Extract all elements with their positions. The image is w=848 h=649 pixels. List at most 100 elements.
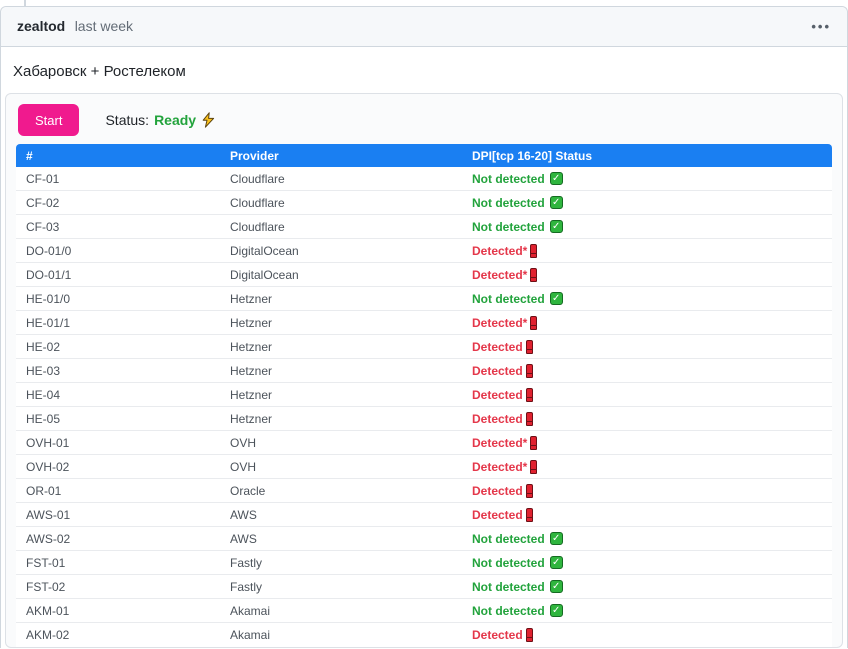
exclamation-icon bbox=[525, 628, 533, 642]
check-icon: ✓ bbox=[549, 220, 563, 233]
status-text: Detected* ✓ bbox=[472, 267, 538, 282]
cell-status: Not detected ✓ bbox=[462, 575, 832, 599]
status-text: Detected ✓ bbox=[472, 411, 533, 426]
comment-timestamp: last week bbox=[74, 17, 134, 34]
cell-id: HE-02 bbox=[16, 335, 220, 359]
cell-status: Not detected ✓ bbox=[462, 167, 832, 191]
comment-card: zealtod last week ••• Хабаровск + Ростел… bbox=[0, 6, 848, 648]
table-row: FST-01 Fastly Not detected ✓ bbox=[16, 551, 832, 575]
comment-body: Хабаровск + Ростелеком Start Status: Rea… bbox=[1, 47, 847, 648]
cell-id: DO-01/0 bbox=[16, 239, 220, 263]
cell-provider: Fastly bbox=[220, 575, 462, 599]
check-icon: ✓ bbox=[549, 580, 563, 593]
cell-provider: Hetzner bbox=[220, 359, 462, 383]
start-button[interactable]: Start bbox=[18, 104, 80, 136]
exclamation-icon bbox=[529, 435, 538, 450]
cell-status: Detected* ✓ bbox=[462, 431, 832, 455]
status-label: Status: bbox=[105, 112, 150, 128]
check-icon: ✓ bbox=[549, 196, 563, 209]
exclamation-icon bbox=[525, 363, 533, 378]
cell-provider: Akamai bbox=[220, 623, 462, 647]
cell-id: AWS-02 bbox=[16, 527, 220, 551]
status-text: Detected ✓ bbox=[472, 339, 533, 354]
table-row: AWS-01 AWS Detected ✓ bbox=[16, 503, 832, 527]
cell-id: OR-01 bbox=[16, 479, 220, 503]
status-text: Detected ✓ bbox=[472, 507, 533, 522]
cell-id: AKM-01 bbox=[16, 599, 220, 623]
cell-status: Not detected ✓ bbox=[462, 551, 832, 575]
post-title: Хабаровск + Ростелеком bbox=[13, 63, 186, 80]
zap-icon bbox=[202, 112, 215, 128]
cell-provider: DigitalOcean bbox=[220, 263, 462, 287]
cell-provider: Hetzner bbox=[220, 383, 462, 407]
cell-provider: Oracle bbox=[220, 479, 462, 503]
cell-status: Detected ✓ bbox=[462, 623, 832, 647]
cell-provider: OVH bbox=[220, 455, 462, 479]
cell-provider: OVH bbox=[220, 431, 462, 455]
status-text: Not detected ✓ bbox=[472, 604, 563, 618]
status-text: Not detected ✓ bbox=[472, 172, 563, 186]
cell-status: Not detected ✓ bbox=[462, 191, 832, 215]
table-row: AKM-02 Akamai Detected ✓ bbox=[16, 623, 832, 647]
cell-status: Detected ✓ bbox=[462, 383, 832, 407]
status-text: Not detected ✓ bbox=[472, 532, 563, 546]
status-text: Not detected ✓ bbox=[472, 556, 563, 570]
table-row: HE-05 Hetzner Detected ✓ bbox=[16, 407, 832, 431]
table-row: OR-01 Oracle Detected ✓ bbox=[16, 479, 832, 503]
dpi-panel: Start Status: Ready # Provider DPI[tcp 1… bbox=[5, 93, 843, 648]
table-header: # Provider DPI[tcp 16-20] Status bbox=[16, 144, 832, 167]
exclamation-icon bbox=[525, 387, 533, 402]
cell-provider: Hetzner bbox=[220, 335, 462, 359]
column-header-status: DPI[tcp 16-20] Status bbox=[462, 144, 832, 167]
table-row: CF-03 Cloudflare Not detected ✓ bbox=[16, 215, 832, 239]
column-header-provider: Provider bbox=[220, 144, 462, 167]
cell-status: Detected* ✓ bbox=[462, 311, 832, 335]
cell-provider: Hetzner bbox=[220, 407, 462, 431]
check-icon: ✓ bbox=[549, 172, 563, 185]
table-row: CF-02 Cloudflare Not detected ✓ bbox=[16, 191, 832, 215]
cell-status: Detected* ✓ bbox=[462, 263, 832, 287]
cell-provider: AWS bbox=[220, 527, 462, 551]
table-row: AKM-01 Akamai Not detected ✓ bbox=[16, 599, 832, 623]
table-row: HE-01/0 Hetzner Not detected ✓ bbox=[16, 287, 832, 311]
cell-status: Detected ✓ bbox=[462, 407, 832, 431]
comment-byline: zealtod last week bbox=[17, 18, 133, 36]
table-row: HE-04 Hetzner Detected ✓ bbox=[16, 383, 832, 407]
kebab-menu-icon[interactable]: ••• bbox=[811, 20, 831, 33]
cell-id: OVH-02 bbox=[16, 455, 220, 479]
table-row: DO-01/1 DigitalOcean Detected* ✓ bbox=[16, 263, 832, 287]
cell-id: FST-02 bbox=[16, 575, 220, 599]
cell-provider: Cloudflare bbox=[220, 215, 462, 239]
status-text: Detected ✓ bbox=[472, 387, 533, 402]
status-text: Detected* ✓ bbox=[472, 243, 538, 258]
cell-status: Detected ✓ bbox=[462, 335, 832, 359]
cell-id: HE-01/0 bbox=[16, 287, 220, 311]
dpi-table: # Provider DPI[tcp 16-20] Status CF-01 C… bbox=[16, 144, 832, 647]
cell-provider: Hetzner bbox=[220, 311, 462, 335]
status-text: Not detected ✓ bbox=[472, 580, 563, 594]
status-text: Not detected ✓ bbox=[472, 196, 563, 210]
cell-id: HE-03 bbox=[16, 359, 220, 383]
cell-status: Detected ✓ bbox=[462, 359, 832, 383]
table-row: OVH-02 OVH Detected* ✓ bbox=[16, 455, 832, 479]
exclamation-icon bbox=[525, 411, 533, 426]
exclamation-icon bbox=[529, 243, 538, 258]
table-row: HE-02 Hetzner Detected ✓ bbox=[16, 335, 832, 359]
exclamation-icon bbox=[529, 267, 538, 282]
table-row: DO-01/0 DigitalOcean Detected* ✓ bbox=[16, 239, 832, 263]
cell-status: Detected* ✓ bbox=[462, 239, 832, 263]
cell-id: HE-01/1 bbox=[16, 311, 220, 335]
status-text: Detected ✓ bbox=[472, 363, 533, 378]
status-text: Detected ✓ bbox=[472, 628, 533, 642]
cell-id: CF-03 bbox=[16, 215, 220, 239]
cell-id: AKM-02 bbox=[16, 623, 220, 647]
status-text: Not detected ✓ bbox=[472, 220, 563, 234]
timeline-connector bbox=[24, 0, 26, 7]
cell-provider: DigitalOcean bbox=[220, 239, 462, 263]
status-text: Detected* ✓ bbox=[472, 459, 538, 474]
comment-header: zealtod last week ••• bbox=[1, 7, 847, 47]
table-header-row: # Provider DPI[tcp 16-20] Status bbox=[16, 144, 832, 167]
status-line: Status: Ready bbox=[105, 112, 216, 128]
table-row: OVH-01 OVH Detected* ✓ bbox=[16, 431, 832, 455]
cell-id: HE-05 bbox=[16, 407, 220, 431]
